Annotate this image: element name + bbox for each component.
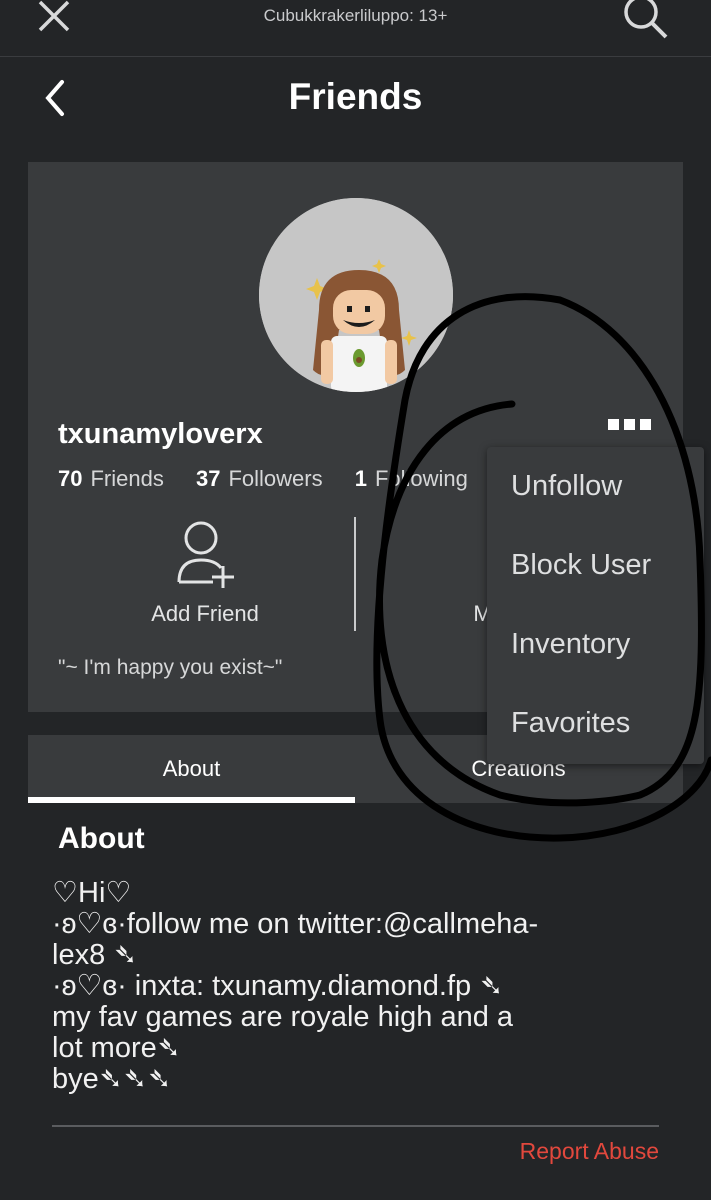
menu-item-favorites[interactable]: Favorites (487, 684, 704, 763)
menu-item-block-user[interactable]: Block User (487, 526, 704, 605)
stat-friends[interactable]: 70 Friends (58, 466, 164, 491)
top-bar: Cubukkrakerliluppo: 13+ (0, 0, 711, 57)
divider (52, 1125, 659, 1127)
page-header: Friends (0, 56, 711, 146)
menu-item-unfollow[interactable]: Unfollow (487, 447, 704, 526)
tab-about[interactable]: About (28, 735, 355, 803)
add-friend-label: Add Friend (151, 601, 259, 626)
more-options-button[interactable] (608, 414, 658, 434)
about-title: About (58, 822, 145, 855)
options-menu: Unfollow Block User Inventory Favorites (487, 447, 704, 764)
dot-icon (640, 418, 651, 430)
add-friend-icon (177, 521, 234, 588)
status-text: "~ I'm happy you exist~" (58, 656, 283, 679)
search-icon[interactable] (620, 0, 670, 40)
menu-item-inventory[interactable]: Inventory (487, 605, 704, 684)
avatar[interactable] (259, 198, 453, 392)
action-divider (354, 517, 356, 631)
stat-following[interactable]: 1 Following (355, 466, 468, 491)
about-description: ♡Hi♡ ·ʚ♡ɞ·follow me on twitter:@callmeha… (52, 877, 539, 1095)
page-title: Friends (288, 76, 423, 117)
window-title: Cubukkrakerliluppo: 13+ (263, 6, 448, 25)
dot-icon (624, 418, 635, 430)
stat-followers[interactable]: 37 Followers (196, 466, 323, 491)
username: txunamyloverx (58, 418, 263, 450)
add-friend-button[interactable]: Add Friend (120, 518, 290, 627)
dot-icon (608, 418, 619, 430)
profile-stats: 70 Friends 37 Followers 1 Following (58, 466, 494, 492)
report-abuse-link[interactable]: Report Abuse (520, 1138, 659, 1165)
avatar-image (259, 198, 453, 392)
